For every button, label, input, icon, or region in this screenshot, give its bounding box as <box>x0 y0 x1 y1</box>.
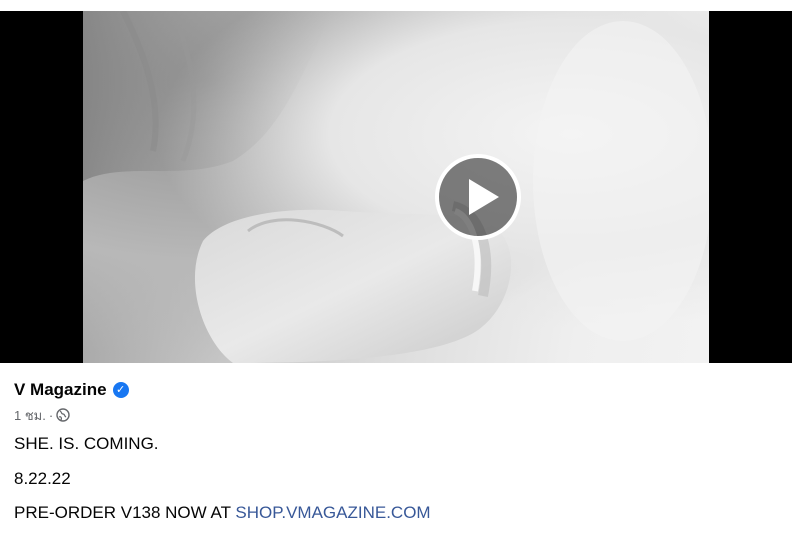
video-player[interactable] <box>0 11 792 363</box>
post-meta: 1 ชม. · <box>14 406 70 424</box>
shop-link[interactable]: SHOP.VMAGAZINE.COM <box>235 503 430 522</box>
timestamp-link[interactable]: 1 ชม. <box>14 405 46 426</box>
post-text-line: SHE. IS. COMING. <box>14 434 159 453</box>
verified-badge-icon: ✓ <box>112 382 129 398</box>
post-text-line: PRE-ORDER V138 NOW AT SHOP.VMAGAZINE.COM <box>14 503 431 523</box>
globe-icon[interactable] <box>56 408 70 422</box>
post-header: V Magazine ✓ <box>14 379 129 401</box>
video-thumbnail-image <box>83 11 709 363</box>
author-name-link[interactable]: V Magazine <box>14 380 107 400</box>
play-icon <box>469 179 499 215</box>
post-text-line: 8.22.22 <box>14 469 71 488</box>
post-text-prefix: PRE-ORDER V138 NOW AT <box>14 503 236 522</box>
facebook-post: V Magazine ✓ 1 ชม. · SHE. IS. COMING. 8.… <box>0 0 792 538</box>
meta-separator: · <box>48 407 54 423</box>
play-button[interactable] <box>435 154 521 240</box>
video-thumbnail[interactable] <box>83 11 709 363</box>
